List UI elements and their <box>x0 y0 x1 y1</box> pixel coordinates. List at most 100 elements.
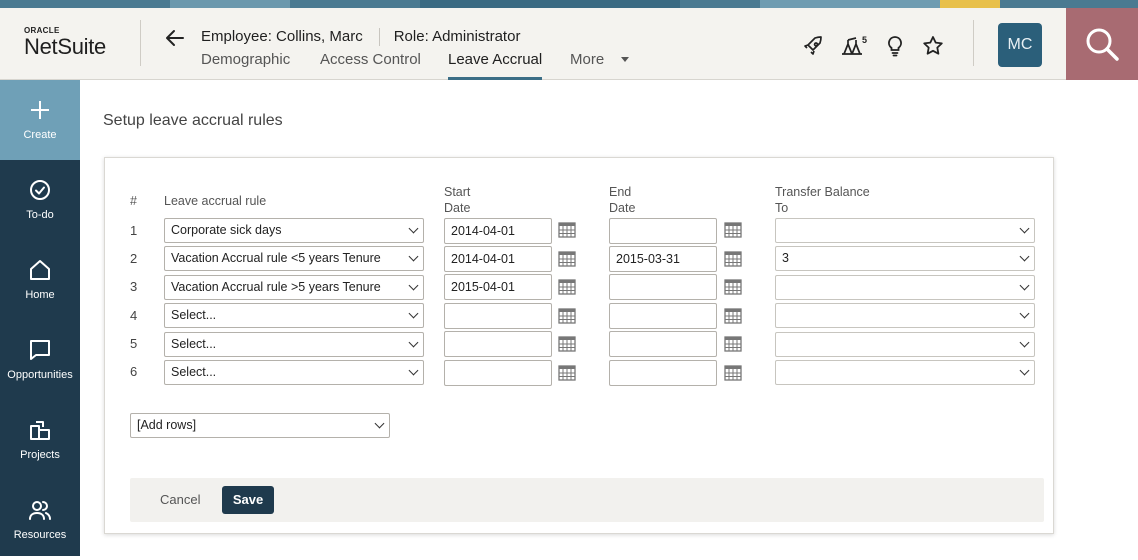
transfer-balance-select[interactable] <box>775 332 1035 357</box>
brand-stripe <box>0 0 1138 8</box>
start-date-input[interactable] <box>444 360 552 386</box>
end-date-input[interactable]: 2015-03-31 <box>609 246 717 272</box>
leave-rule-select[interactable]: Vacation Accrual rule >5 years Tenure <box>164 275 424 300</box>
chevron-down-icon <box>408 337 419 348</box>
row-number: 5 <box>130 336 138 351</box>
sidebar-item-projects[interactable]: Projects <box>0 400 80 480</box>
start-date-input[interactable]: 2014-04-01 <box>444 218 552 244</box>
header-line: Start <box>444 185 471 199</box>
header-divider-right <box>973 20 974 66</box>
calendar-icon[interactable] <box>558 279 576 295</box>
end-date-input[interactable] <box>609 331 717 357</box>
header-line: End <box>609 185 632 199</box>
chevron-down-icon <box>1019 365 1030 376</box>
folders-icon <box>30 421 50 440</box>
tab-access-control[interactable]: Access Control <box>320 50 421 80</box>
header-line: Date <box>444 201 471 215</box>
add-rows-select[interactable]: [Add rows] <box>130 413 390 438</box>
sidebar-item-resources[interactable]: Resources <box>0 480 80 560</box>
start-date-input[interactable] <box>444 331 552 357</box>
end-date-input[interactable] <box>609 218 717 244</box>
sidebar-item-label: Projects <box>20 449 60 461</box>
global-search-button[interactable] <box>1066 8 1138 80</box>
calendar-icon[interactable] <box>724 222 742 238</box>
header-line: Transfer Balance <box>775 185 870 199</box>
save-button[interactable]: Save <box>222 486 274 514</box>
lightbulb-icon[interactable] <box>883 34 907 58</box>
more-caret-icon[interactable] <box>621 57 629 62</box>
chevron-down-icon <box>408 280 419 291</box>
plus-icon <box>31 101 49 119</box>
sidebar-item-label: Opportunities <box>7 369 73 381</box>
leave-rule-select[interactable]: Vacation Accrual rule <5 years Tenure <box>164 246 424 271</box>
sidebar-item-label: Home <box>25 289 55 301</box>
cancel-button[interactable]: Cancel <box>160 492 200 507</box>
column-header-start-date: Start Date <box>444 184 470 216</box>
notifications-icon[interactable] <box>840 34 864 58</box>
tab-demographic[interactable]: Demographic <box>201 50 290 80</box>
sidebar-item-home[interactable]: Home <box>0 240 80 320</box>
selected-value: Select... <box>171 337 217 351</box>
transfer-balance-select[interactable] <box>775 275 1035 300</box>
calendar-icon[interactable] <box>724 279 742 295</box>
leave-rule-select[interactable]: Select... <box>164 332 424 357</box>
end-date-input[interactable] <box>609 360 717 386</box>
leave-accrual-panel: # Leave accrual rule Start Date End Date… <box>104 157 1054 534</box>
people-icon <box>29 501 51 520</box>
netsuite-wordmark: NetSuite <box>24 34 106 59</box>
user-avatar[interactable]: MC <box>998 23 1042 67</box>
chevron-down-icon <box>1019 337 1030 348</box>
start-date-input[interactable] <box>444 303 552 329</box>
tab-more[interactable]: More <box>570 50 604 80</box>
selected-value: Corporate sick days <box>171 223 282 237</box>
transfer-balance-select[interactable] <box>775 303 1035 328</box>
calendar-icon[interactable] <box>724 251 742 267</box>
row-number: 2 <box>130 251 138 266</box>
chevron-down-icon <box>1019 251 1030 262</box>
calendar-icon[interactable] <box>558 222 576 238</box>
start-date-input[interactable]: 2015-04-01 <box>444 274 552 300</box>
leave-rule-select[interactable]: Select... <box>164 360 424 385</box>
sidebar-item-label: Resources <box>13 529 67 541</box>
start-date-input[interactable]: 2014-04-01 <box>444 246 552 272</box>
calendar-icon[interactable] <box>724 365 742 381</box>
row-number: 1 <box>130 223 138 238</box>
transfer-balance-select[interactable]: 3 <box>775 246 1035 271</box>
check-circle-icon <box>30 180 50 200</box>
calendar-icon[interactable] <box>558 308 576 324</box>
chevron-down-icon <box>1019 308 1030 319</box>
column-header-rule: Leave accrual rule <box>164 194 267 208</box>
sidebar-item-create[interactable]: Create <box>0 80 80 160</box>
sidebar-item-opportunities[interactable]: Opportunities <box>0 320 80 400</box>
selected-value: [Add rows] <box>137 418 197 432</box>
header-divider <box>140 20 141 66</box>
sidebar-item-todo[interactable]: To-do <box>0 160 80 240</box>
home-icon <box>30 260 50 280</box>
calendar-icon[interactable] <box>558 336 576 352</box>
leave-rule-select[interactable]: Select... <box>164 303 424 328</box>
sidebar-item-label: Create <box>23 129 57 141</box>
top-header: ORACLE NetSuite Employee: Collins, Marc R… <box>0 8 1138 80</box>
chevron-down-icon <box>408 223 419 234</box>
rocket-icon[interactable] <box>801 34 825 58</box>
page-title: Setup leave accrual rules <box>103 112 283 129</box>
search-icon <box>1086 28 1119 61</box>
tab-leave-accrual[interactable]: Leave Accrual <box>448 50 543 80</box>
netsuite-logo[interactable]: ORACLE NetSuite <box>24 26 124 66</box>
selected-value: Select... <box>171 308 217 322</box>
transfer-balance-select[interactable] <box>775 360 1035 385</box>
header-line: To <box>775 201 789 215</box>
chevron-down-icon <box>1019 223 1030 234</box>
calendar-icon[interactable] <box>724 308 742 324</box>
calendar-icon[interactable] <box>558 251 576 267</box>
star-icon[interactable] <box>921 34 945 58</box>
back-arrow-icon[interactable] <box>163 26 187 50</box>
selected-value: Vacation Accrual rule >5 years Tenure <box>171 280 381 294</box>
transfer-balance-select[interactable] <box>775 218 1035 243</box>
sidebar-item-label: To-do <box>26 209 54 221</box>
leave-rule-select[interactable]: Corporate sick days <box>164 218 424 243</box>
calendar-icon[interactable] <box>558 365 576 381</box>
end-date-input[interactable] <box>609 274 717 300</box>
end-date-input[interactable] <box>609 303 717 329</box>
calendar-icon[interactable] <box>724 336 742 352</box>
